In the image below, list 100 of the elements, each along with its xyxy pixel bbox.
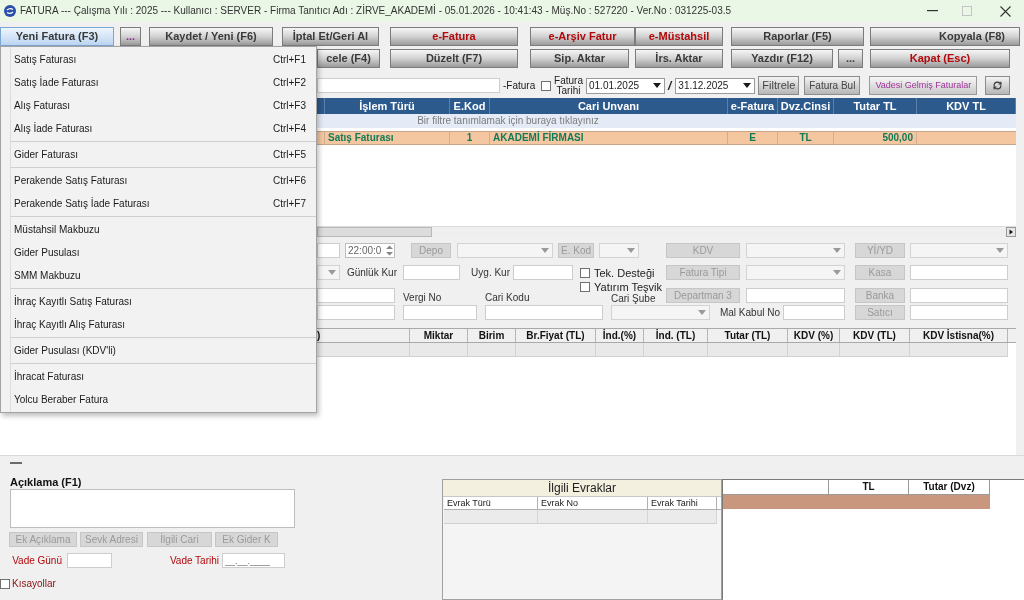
text-field[interactable] [485,305,603,320]
menu-item[interactable]: İhraç Kayıtlı Alış Faturası [11,313,316,336]
dropdown-field[interactable] [611,305,710,320]
toolbar-button[interactable]: İrs. Aktar [635,49,723,68]
menu-item[interactable]: Perakende Satış İade Faturası Ctrl+F7 [11,192,316,215]
text-field[interactable] [783,305,845,320]
menu-item[interactable]: Alış İade Faturası Ctrl+F4 [11,117,316,140]
toolbar-button[interactable]: Yeni Fatura (F3) [0,27,114,46]
minimize-icon[interactable] [927,10,938,12]
notes-field[interactable] [10,489,295,528]
toolbar-button[interactable]: Yazdır (F12) [731,49,833,68]
column-header[interactable]: KDV (TL) [840,329,910,342]
field-label: Fatura Tarihi [553,75,584,96]
filter-button[interactable]: Filtrele [758,76,800,95]
filter-button[interactable]: Fatura Bul [804,76,861,95]
filter-field[interactable] [317,78,500,93]
menu-item[interactable]: Perakende Satış Faturası Ctrl+F6 [11,169,316,192]
text-field[interactable] [317,243,340,258]
toolbar-button[interactable]: e-Müstahsil [635,27,723,46]
column-header[interactable]: İnd.(%) [596,329,644,342]
column-header[interactable]: Miktar [410,329,468,342]
toolbar-button[interactable]: cele (F4) [317,49,380,68]
dropdown-field[interactable] [746,265,845,280]
time-field[interactable]: 22:00:0 [345,243,395,258]
checkbox[interactable] [541,80,551,91]
dropdown-field[interactable] [457,243,553,258]
menu-item[interactable]: İhracat Faturası [11,365,316,388]
text-field[interactable] [67,553,112,568]
toolbar-button[interactable]: Sip. Aktar [530,49,629,68]
checkbox[interactable] [0,578,10,589]
column-header[interactable]: Evrak No [538,497,648,509]
caret-icon [743,83,752,88]
toolbar-button[interactable]: Kapat (Esc) [870,49,1010,68]
menu-item[interactable]: Gider Faturası Ctrl+F5 [11,143,316,166]
refresh-button[interactable] [985,76,1011,95]
column-header[interactable]: Tutar (TL) [708,329,788,342]
text-field[interactable] [317,305,395,320]
menu-item[interactable]: Yolcu Beraber Fatura [11,388,316,411]
shortcut-text: Ctrl+F5 [272,149,306,160]
field-label: Mal Kabul No [719,307,780,318]
menu-item[interactable]: Gider Pusulası (KDV'li) [11,339,316,362]
checkbox-label: Tek. Desteği [594,266,655,279]
scrollbar-thumb[interactable] [317,227,432,237]
toolbar-button[interactable]: Düzelt (F7) [390,49,518,68]
toolbar-button[interactable]: e-Fatura [390,27,518,46]
field-label: Vade Günü [12,555,62,566]
date-field[interactable]: 31.12.2025 [675,77,756,94]
column-header[interactable]: Birim [468,329,516,342]
dropdown-field[interactable] [599,243,639,258]
text-field[interactable] [910,265,1008,280]
column-header[interactable]: Br.Fiyat (TL) [516,329,596,342]
dropdown-field[interactable] [910,243,1008,258]
close-icon[interactable] [1000,5,1011,17]
menu-item[interactable]: SMM Makbuzu [11,264,316,287]
menu-item[interactable]: İhraç Kayıtlı Satış Faturası [11,290,316,313]
checkbox-label: -Fatura [503,80,536,91]
menu-item[interactable]: Gider Pusulası [11,241,316,264]
toolbar-button[interactable]: ... [838,49,863,68]
date-field[interactable]: __.__.____ [222,553,285,568]
text-field[interactable] [513,265,573,280]
toolbar-button[interactable]: e-Arşiv Fatur [530,27,635,46]
column-header[interactable]: Evrak Türü [444,497,538,509]
notes-label: Açıklama (F1) [10,476,82,488]
caret-icon [996,248,1004,253]
column-header[interactable]: İnd. (TL) [644,329,708,342]
refresh-icon [993,81,1003,90]
toolbar-button[interactable]: Kaydet / Yeni (F6) [149,27,273,46]
due-invoices-button[interactable]: Vadesi Gelmiş Faturalar [869,76,978,95]
menu-item[interactable]: Müstahsil Makbuzu [11,218,316,241]
menu-item[interactable]: Satış İade Faturası Ctrl+F2 [11,71,316,94]
checkbox[interactable] [580,282,590,292]
column-header[interactable]: KDV (%) [788,329,840,342]
column-header[interactable]: KDV İstisna(%) [910,329,1008,342]
shortcut-text: Ctrl+F6 [272,175,306,186]
toolbar-button[interactable]: İptal Et/Geri Al [282,27,379,46]
menu-item[interactable]: Alış Faturası Ctrl+F3 [11,94,316,117]
text-field[interactable] [910,305,1008,320]
text-field[interactable] [746,288,845,303]
text-field[interactable] [910,288,1008,303]
spinner-icon[interactable] [386,245,393,256]
toolbar-button[interactable]: ... [120,27,141,46]
column-header[interactable]: Evrak Tarihi [648,497,717,509]
caret-icon [627,248,635,253]
toolbar-button[interactable]: Kopyala (F8) [870,27,1020,46]
text-field[interactable] [403,265,460,280]
text-field[interactable] [403,305,477,320]
arrow-right-icon[interactable] [1006,227,1016,237]
table-row[interactable]: Satış Faturası 1 AKADEMİ FİRMASI E TL 500,00 [317,131,1016,145]
dropdown-field[interactable] [317,265,340,280]
checkbox[interactable] [580,267,590,278]
shortcut-text: Ctrl+F7 [272,198,306,209]
filter-hint[interactable]: Bir filtre tanımlamak için buraya tıklayınız [417,116,599,126]
dropdown-field[interactable] [746,243,845,258]
app-logo-icon [4,5,16,17]
toolbar-button[interactable]: Raporlar (F5) [731,27,864,46]
text-field[interactable] [317,288,395,303]
checkbox-label: Yatırım Teşvik [594,281,663,293]
menu-item[interactable]: Satış Faturası Ctrl+F1 [11,48,316,71]
date-field[interactable]: 01.01.2025 [586,77,665,94]
shortcut-text: Ctrl+F3 [272,100,306,111]
